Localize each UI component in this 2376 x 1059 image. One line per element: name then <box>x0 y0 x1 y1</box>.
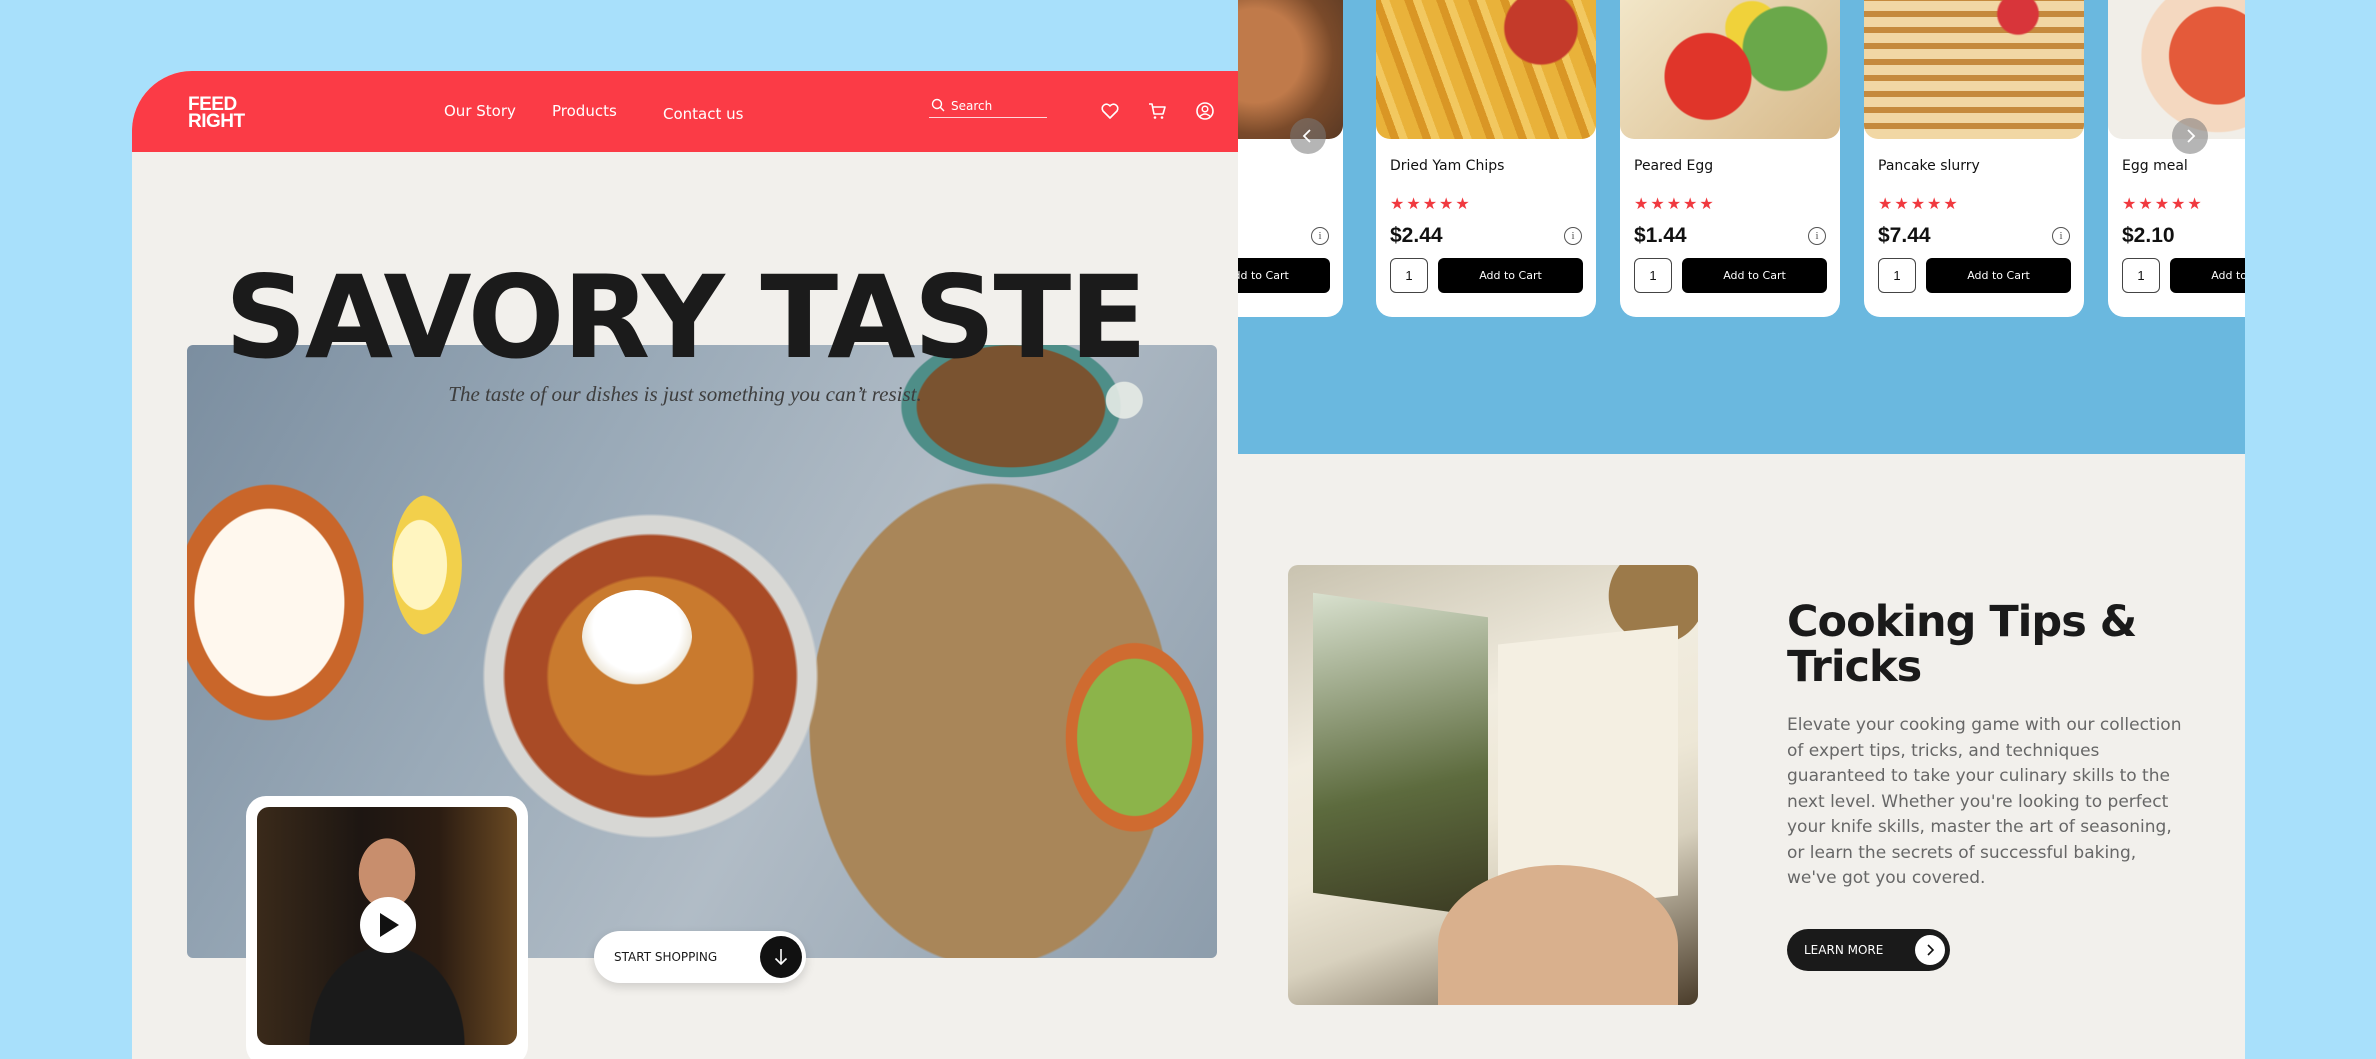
product-name: Dried Yam Chips <box>1390 158 1505 174</box>
info-icon[interactable]: i <box>2052 227 2070 245</box>
lemon-slice <box>392 495 462 635</box>
quantity-input[interactable]: 1 <box>2122 258 2160 293</box>
product-rating: ★★★★★ <box>1878 196 1960 213</box>
cooking-tips-title-line-1: Cooking Tips & <box>1787 597 2137 647</box>
header: FEED RIGHT Our Story Products Contact us… <box>132 71 1238 152</box>
product-card[interactable]: Peared Egg ★★★★★ $1.44 i 1 Add to Cart <box>1620 0 1840 317</box>
quantity-input[interactable]: 1 <box>1634 258 1672 293</box>
play-icon <box>380 913 399 937</box>
product-rating: ★★★★★ <box>1390 196 1472 213</box>
cooking-tips-description: Elevate your cooking game with our colle… <box>1787 715 2182 888</box>
chevron-right-icon <box>1915 935 1945 965</box>
start-shopping-label: START SHOPPING <box>614 950 718 964</box>
product-price: $7.44 <box>1878 224 1931 247</box>
shop-page-frame: i Add to Cart Dried Yam Chips ★★★★★ $2.4… <box>1238 0 2245 1059</box>
product-card[interactable]: i Add to Cart <box>1238 0 1343 317</box>
hero-title: SAVORY TASTE <box>224 251 1147 384</box>
logo[interactable]: FEED RIGHT <box>188 95 245 132</box>
search-icon <box>931 98 945 112</box>
home-page-frame: FEED RIGHT Our Story Products Contact us… <box>132 71 1238 1059</box>
product-carousel-section: i Add to Cart Dried Yam Chips ★★★★★ $2.4… <box>1238 0 2245 454</box>
product-name: Egg meal <box>2122 158 2188 174</box>
product-card[interactable]: Dried Yam Chips ★★★★★ $2.44 i 1 Add to C… <box>1376 0 1596 317</box>
carousel-prev-button[interactable] <box>1290 118 1326 154</box>
heart-icon[interactable] <box>1100 101 1120 121</box>
learn-more-button[interactable]: LEARN MORE <box>1787 929 1950 971</box>
info-icon[interactable]: i <box>1808 227 1826 245</box>
info-icon[interactable]: i <box>1311 227 1329 245</box>
product-rating: ★★★★★ <box>2122 196 2204 213</box>
chef-video-thumbnail <box>257 807 517 1045</box>
nav-our-story[interactable]: Our Story <box>444 102 516 120</box>
product-name: Pancake slurry <box>1878 158 1980 174</box>
add-to-cart-button[interactable]: Add to Cart <box>1926 258 2071 293</box>
product-image <box>1864 0 2084 139</box>
chef-video-card[interactable] <box>246 796 528 1059</box>
add-to-cart-button[interactable]: Add to Cart <box>1238 258 1330 293</box>
egg-topping <box>582 590 692 685</box>
product-price: $2.10 <box>2122 224 2175 247</box>
play-button[interactable] <box>360 897 416 953</box>
search-placeholder: Search <box>951 99 993 113</box>
quantity-input[interactable]: 1 <box>1390 258 1428 293</box>
product-card[interactable]: Pancake slurry ★★★★★ $7.44 i 1 Add to Ca… <box>1864 0 2084 317</box>
product-image <box>1376 0 1596 139</box>
cooking-tips-title-line-2: Tricks <box>1787 642 1922 692</box>
product-name: Peared Egg <box>1634 158 1714 174</box>
nav-products[interactable]: Products <box>552 102 617 120</box>
chevron-left-icon <box>1302 129 1311 143</box>
cart-icon[interactable] <box>1147 101 1167 121</box>
arrow-down-icon <box>760 936 802 978</box>
product-price: $1.44 <box>1634 224 1687 247</box>
product-image <box>1620 0 1840 139</box>
cooking-tips-title: Cooking Tips & Tricks <box>1787 597 2137 692</box>
learn-more-label: LEARN MORE <box>1804 943 1884 957</box>
chevron-right-icon <box>2187 129 2196 143</box>
add-to-cart-button[interactable]: Add to Cart <box>1438 258 1583 293</box>
carousel-next-button[interactable] <box>2172 118 2208 154</box>
product-card[interactable]: Egg meal ★★★★★ $2.10 1 Add to Cart <box>2108 0 2245 317</box>
add-to-cart-button[interactable]: Add to Cart <box>2170 258 2245 293</box>
user-icon[interactable] <box>1195 101 1215 121</box>
nav-contact-us[interactable]: Contact us <box>663 105 743 123</box>
quantity-input[interactable]: 1 <box>1878 258 1916 293</box>
cookbook-image <box>1288 565 1698 1005</box>
logo-line-2: RIGHT <box>188 111 245 132</box>
info-icon[interactable]: i <box>1564 227 1582 245</box>
search-input[interactable]: Search <box>929 98 1047 118</box>
product-price: $2.44 <box>1390 224 1443 247</box>
add-to-cart-button[interactable]: Add to Cart <box>1682 258 1827 293</box>
book-left-page <box>1313 592 1488 918</box>
product-image <box>2108 0 2245 139</box>
product-image <box>1238 0 1343 139</box>
start-shopping-button[interactable]: START SHOPPING <box>594 931 806 983</box>
product-rating: ★★★★★ <box>1634 196 1716 213</box>
hero-subtitle: The taste of our dishes is just somethin… <box>448 382 922 406</box>
